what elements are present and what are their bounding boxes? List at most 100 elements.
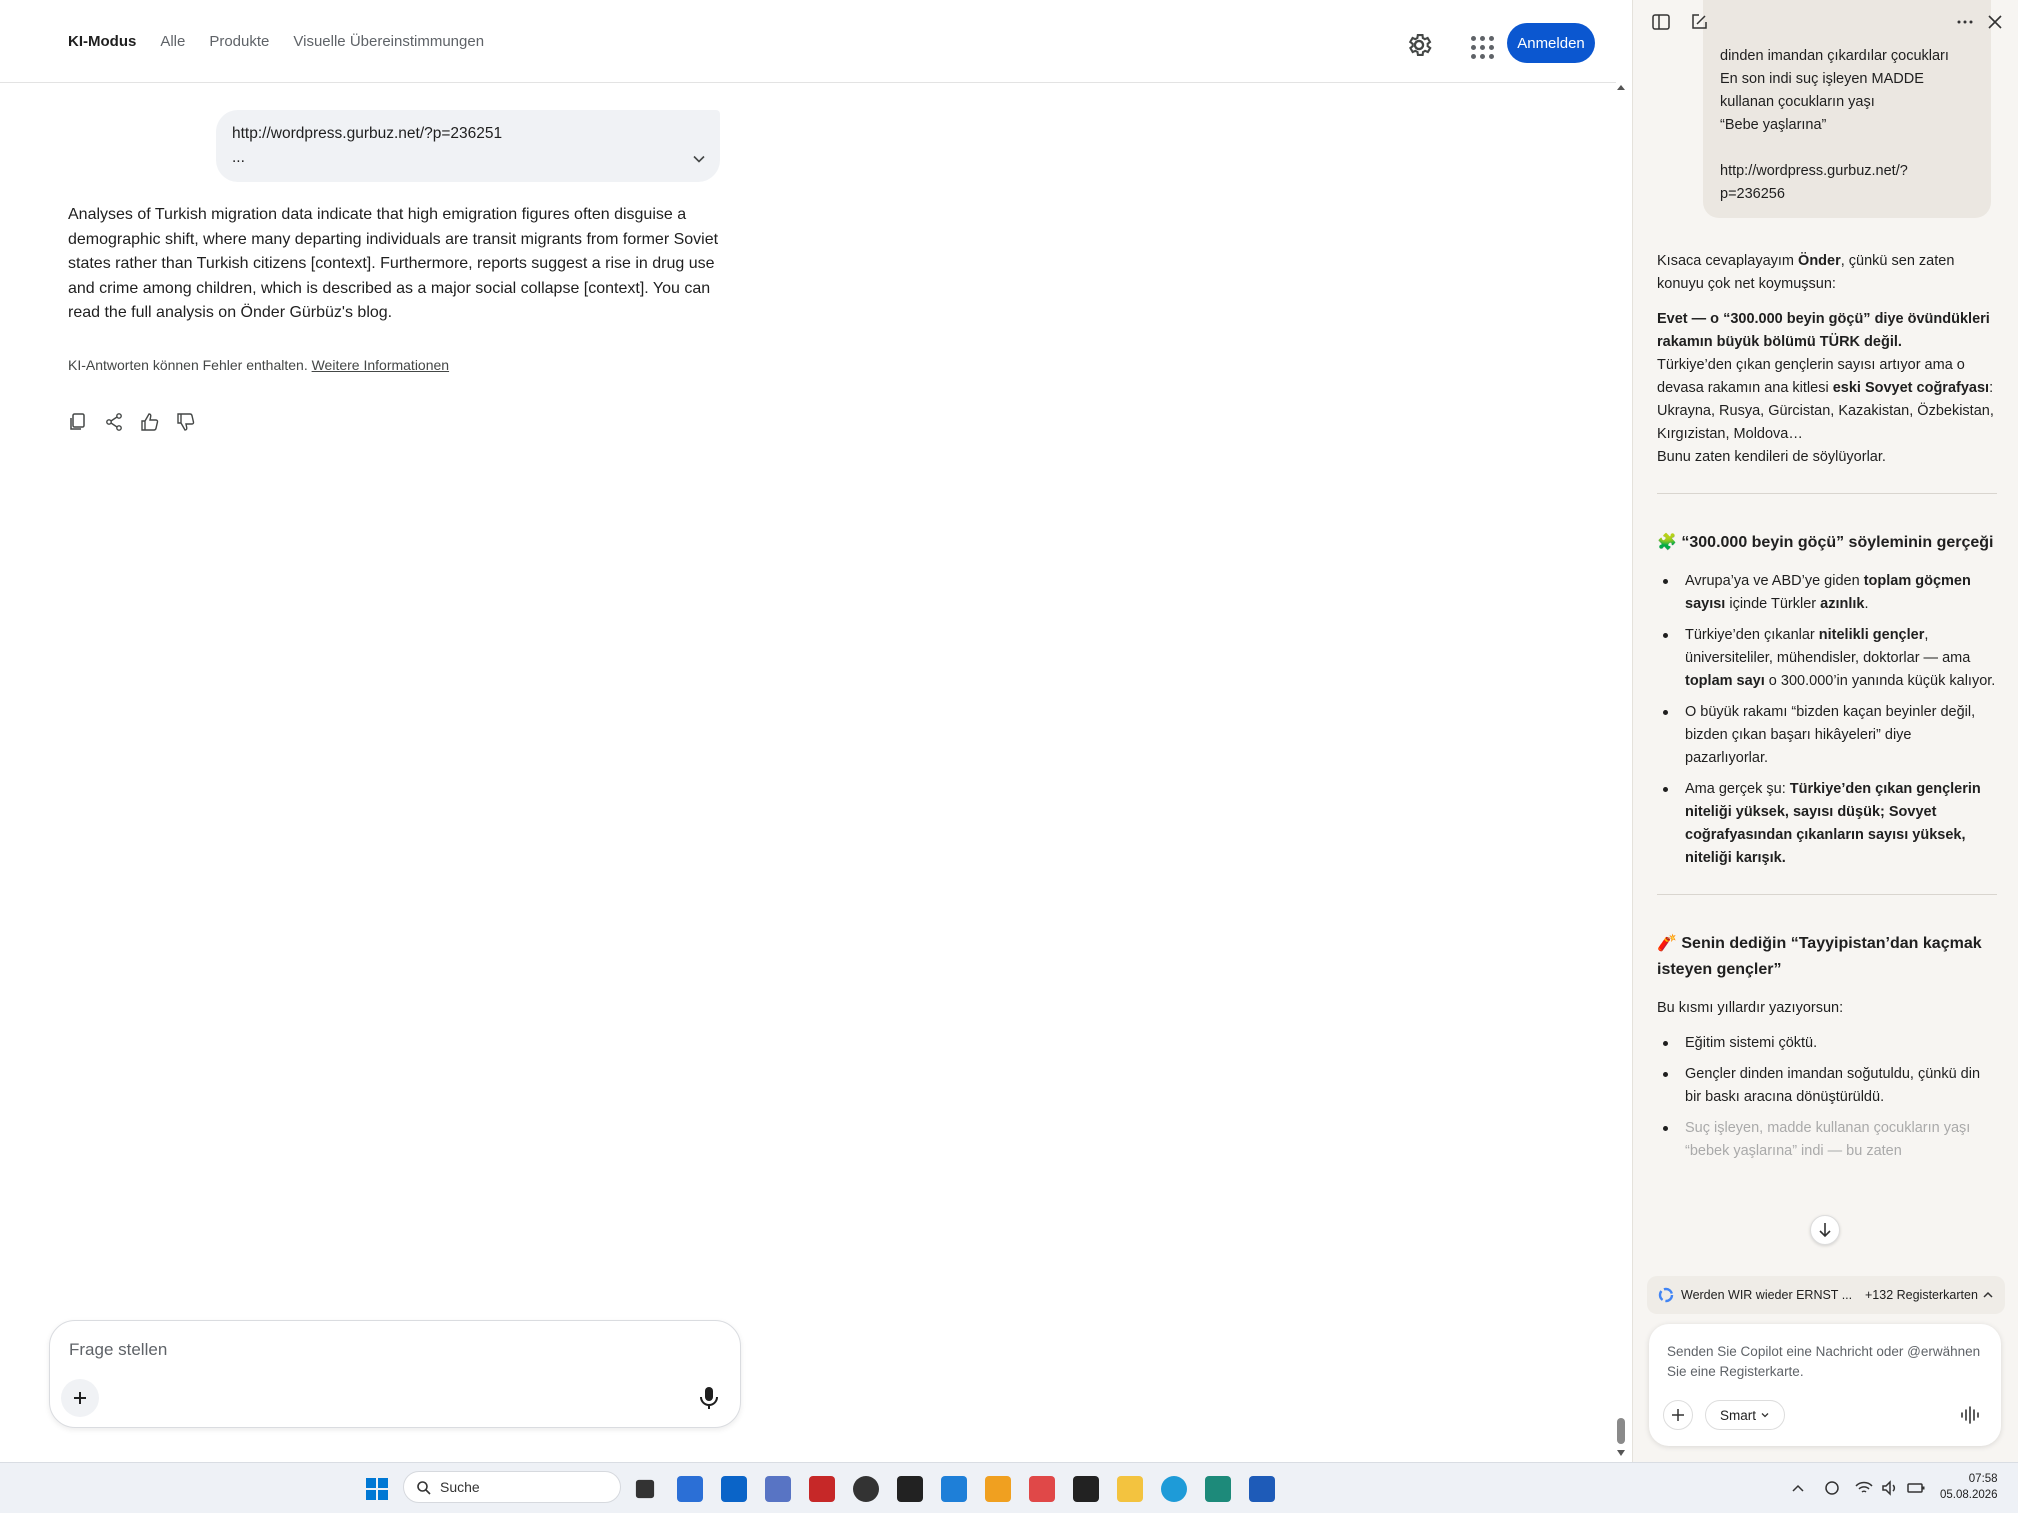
folder-icon[interactable]: [1117, 1476, 1143, 1502]
search-icon: [417, 1481, 431, 1495]
search-placeholder: Suche: [440, 1479, 480, 1495]
taskbar-search[interactable]: Suche: [403, 1471, 621, 1503]
notepad-icon[interactable]: [1205, 1476, 1231, 1502]
word-icon[interactable]: [1249, 1476, 1275, 1502]
mode-label: Smart: [1719, 1407, 1756, 1423]
user-message-line: kullanan çocukların yaşı: [1720, 94, 1875, 110]
divider: [1657, 493, 1997, 494]
list-item: Suç işleyen, madde kullanan çocukların y…: [1657, 1117, 1997, 1163]
paragraph: Bunu zaten kendileri de söylüyorlar.: [1657, 449, 1886, 465]
user-message-line: dinden imandan çıkardılar çocukları: [1720, 48, 1949, 64]
task-view-icon[interactable]: [635, 1479, 655, 1499]
query-text: http://wordpress.gurbuz.net/?p=236251: [232, 125, 503, 142]
list-item: Eğitim sistemi çöktü.: [1657, 1032, 1997, 1055]
tab-ki-modus[interactable]: KI-Modus: [68, 33, 136, 50]
section-heading: 🧩 “300.000 beyin göçü” söyleminin gerçeğ…: [1657, 534, 1994, 551]
snipping-icon[interactable]: [1029, 1476, 1055, 1502]
list-item: Gençler dinden imandan soğutuldu, çünkü …: [1657, 1063, 1997, 1109]
time-text: 07:58: [1968, 1473, 1998, 1485]
more-options-icon[interactable]: [1955, 12, 1975, 32]
paragraph: Bu kısmı yıllardır yazıyorsun:: [1657, 1000, 1844, 1016]
ai-answer-text: Analyses of Turkish migration data indic…: [68, 206, 719, 321]
list-item: Türkiye’den çıkanlar nitelikli gençler, …: [1657, 624, 1997, 693]
user-query-bubble: http://wordpress.gurbuz.net/?p=236251 ..…: [216, 110, 720, 182]
edge-icon[interactable]: [1161, 1476, 1187, 1502]
intro-paragraph: Kısaca cevaplayayım Önder, çünkü sen zat…: [1657, 253, 1955, 292]
disclaimer-text: KI-Antworten können Fehler enthalten.: [68, 357, 308, 373]
list-item: O büyük rakamı “bizden kaçan beyinler de…: [1657, 701, 1997, 770]
chevron-up-icon[interactable]: [1788, 1478, 1808, 1498]
terminal-icon[interactable]: [1073, 1476, 1099, 1502]
tab-produkte[interactable]: Produkte: [209, 33, 269, 50]
voice-icon[interactable]: [1959, 1404, 1981, 1426]
page-scrollbar[interactable]: [1614, 82, 1628, 1462]
copilot-response: Kısaca cevaplayayım Önder, çünkü sen zat…: [1657, 250, 1997, 1171]
ask-box[interactable]: Frage stellen: [49, 1320, 741, 1428]
active-tab-title: Werden WIR wieder ERNST ...: [1681, 1288, 1853, 1302]
copy-icon[interactable]: [68, 412, 88, 432]
gear-icon[interactable]: [1405, 31, 1433, 59]
share-icon[interactable]: [104, 412, 124, 432]
paragraph: Ukrayna, Rusya, Gürcistan, Kazakistan, Ö…: [1657, 403, 1994, 442]
plus-icon: [74, 1392, 86, 1404]
chevron-up-icon[interactable]: [1981, 1288, 1995, 1302]
sidebar-toggle-icon[interactable]: [1651, 12, 1671, 32]
more-info-link[interactable]: Weitere Informationen: [312, 357, 449, 373]
app-icon[interactable]: [765, 1476, 791, 1502]
add-button[interactable]: [61, 1379, 99, 1417]
battery-icon[interactable]: [1906, 1478, 1926, 1498]
copilot-message-input[interactable]: Senden Sie Copilot eine Nachricht oder @…: [1667, 1342, 1987, 1382]
list-item: Ama gerçek şu: Türkiye’den çıkan gençler…: [1657, 778, 1997, 870]
plus-icon: [1672, 1409, 1684, 1421]
outlook-icon[interactable]: [721, 1476, 747, 1502]
user-message-line: p=236256: [1720, 186, 1785, 202]
bullet-list: Eğitim sistemi çöktü. Gençler dinden ima…: [1657, 1032, 1997, 1163]
microphone-icon[interactable]: [698, 1385, 720, 1411]
recorder-icon[interactable]: [897, 1476, 923, 1502]
google-tabs: KI-Modus Alle Produkte Visuelle Übereins…: [68, 33, 484, 50]
date-text: 05.08.2026: [1940, 1489, 1998, 1501]
app-icon[interactable]: [941, 1476, 967, 1502]
windows-taskbar: Suche 07:58 05.08.2026: [0, 1462, 2018, 1513]
thumbs-up-icon[interactable]: [140, 412, 160, 432]
attach-button[interactable]: [1663, 1400, 1693, 1430]
tab-visuelle[interactable]: Visuelle Übereinstimmungen: [293, 33, 484, 50]
signin-button[interactable]: Anmelden: [1507, 23, 1595, 63]
list-item: Avrupa’ya ve ABD’ye giden toplam göçmen …: [1657, 570, 1997, 616]
query-ellipsis: ...: [232, 149, 245, 166]
wifi-icon[interactable]: [1854, 1478, 1874, 1498]
google-logo-icon: [1658, 1287, 1674, 1303]
user-message-line: En son indi suç işleyen MADDE: [1720, 71, 1924, 87]
section-heading: 🧨 Senin dediğin “Tayyipistan’dan kaçmak …: [1657, 935, 1982, 978]
paragraph: Türkiye’den çıkan gençlerin sayısı artıy…: [1657, 357, 1994, 396]
arrow-down-icon: [1819, 1223, 1831, 1238]
firecracker-icon: 🧨: [1657, 935, 1677, 952]
windows-start-icon[interactable]: [364, 1476, 390, 1502]
app-icon[interactable]: [853, 1476, 879, 1502]
filezilla-icon[interactable]: [809, 1476, 835, 1502]
ai-disclaimer: KI-Antworten können Fehler enthalten. We…: [68, 357, 449, 373]
new-chat-icon[interactable]: [1689, 12, 1709, 32]
speaker-icon[interactable]: [1880, 1478, 1900, 1498]
store-icon[interactable]: [677, 1476, 703, 1502]
cloud-icon[interactable]: [1822, 1478, 1842, 1498]
chevron-down-icon[interactable]: [692, 152, 706, 166]
clock[interactable]: 07:58 05.08.2026: [1940, 1471, 1998, 1503]
tab-alle[interactable]: Alle: [160, 33, 185, 50]
scroll-down-button[interactable]: [1810, 1215, 1840, 1245]
user-message-line: “Bebe yaşlarına”: [1720, 117, 1827, 133]
mode-selector[interactable]: Smart: [1705, 1400, 1785, 1430]
divider: [1657, 894, 1997, 895]
puzzle-icon: 🧩: [1657, 534, 1677, 551]
chevron-down-icon: [1761, 1413, 1769, 1418]
apps-grid-icon[interactable]: [1466, 31, 1494, 59]
ask-input[interactable]: Frage stellen: [69, 1340, 167, 1360]
google-header: KI-Modus Alle Produkte Visuelle Übereins…: [0, 0, 1616, 83]
app-icon[interactable]: [985, 1476, 1011, 1502]
user-message-line: http://wordpress.gurbuz.net/?: [1720, 163, 1908, 179]
tab-context-bar[interactable]: Werden WIR wieder ERNST ... +132 Registe…: [1647, 1276, 2005, 1314]
close-icon[interactable]: [1985, 12, 2005, 32]
thumbs-down-icon[interactable]: [176, 412, 196, 432]
yes-statement: Evet — o “300.000 beyin göçü” diye övünd…: [1657, 311, 1990, 350]
copilot-input-box[interactable]: Senden Sie Copilot eine Nachricht oder @…: [1649, 1324, 2001, 1446]
